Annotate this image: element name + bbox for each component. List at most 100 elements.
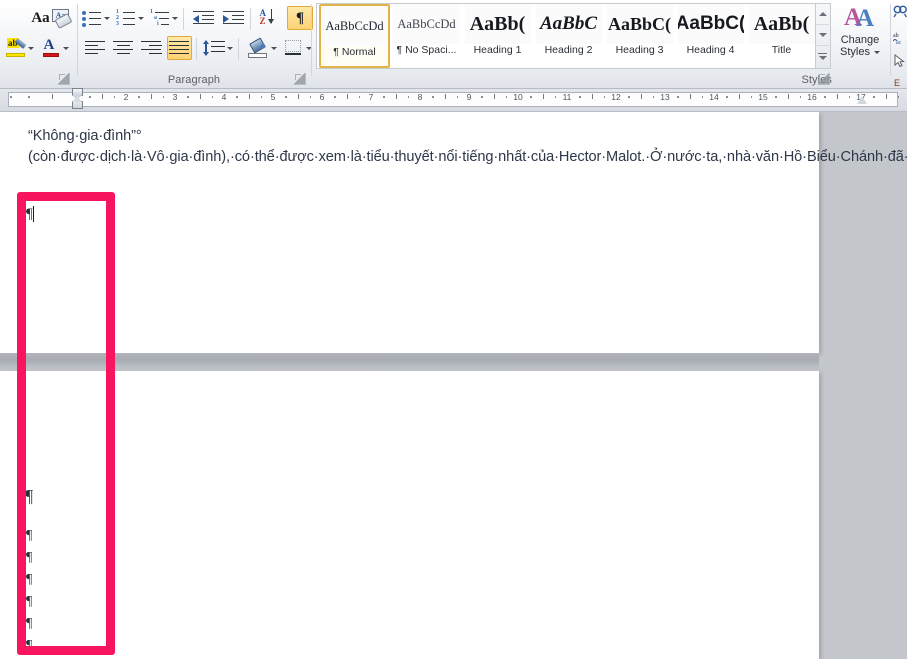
replace-icon: ab ac xyxy=(892,33,902,46)
chevron-down-icon xyxy=(28,46,34,50)
ruler-tick-label: 13 xyxy=(660,91,670,102)
horizontal-ruler[interactable]: 1234567891011121314151617 xyxy=(0,88,907,112)
style-preview: AaBbCcDd xyxy=(393,4,460,44)
ruler-dot xyxy=(726,96,728,98)
style-item-heading-2[interactable]: AaBbC Heading 2 xyxy=(533,4,604,68)
scroll-down-icon xyxy=(818,33,827,37)
ruler-tick-label: 12 xyxy=(611,91,621,102)
font-dialog-launcher[interactable] xyxy=(58,73,70,85)
ruler-dot xyxy=(187,96,189,98)
page-break-gap xyxy=(0,353,819,371)
justify-button[interactable] xyxy=(167,36,192,60)
document-page-1[interactable]: “Không·gia·đình”°(còn·được·dịch·là·Vô·gi… xyxy=(0,112,907,353)
bullets-button[interactable] xyxy=(81,6,111,30)
editing-group-label-clipped: E xyxy=(894,78,901,88)
paragraph-mark: ¶ xyxy=(26,550,33,565)
ruler-dot xyxy=(628,96,630,98)
clear-formatting-button[interactable]: Aa xyxy=(48,6,74,30)
style-item-no-spacing[interactable]: AaBbCcDd ¶ No Spaci... xyxy=(391,4,462,68)
styles-more-button[interactable] xyxy=(816,46,829,67)
increase-indent-button[interactable] xyxy=(220,6,246,30)
style-item-heading-4[interactable]: AaBbC( Heading 4 xyxy=(675,4,746,68)
select-cursor-icon xyxy=(894,53,905,68)
sort-button[interactable]: AZ xyxy=(256,6,282,30)
ruler-tick-label: 16 xyxy=(807,91,817,102)
align-left-icon xyxy=(85,40,106,56)
sort-az-icon: AZ xyxy=(260,8,279,27)
style-preview: AaBb( xyxy=(464,4,531,44)
ruler-tick xyxy=(493,94,495,99)
chevron-down-icon xyxy=(172,16,178,20)
left-indent-marker[interactable] xyxy=(71,96,83,109)
bullet-list-icon xyxy=(82,10,102,27)
ruler-tick xyxy=(52,94,53,99)
paragraph-mark: ¶ xyxy=(25,486,34,506)
ruler-tick-label: 11 xyxy=(562,91,572,102)
ruler-tick xyxy=(199,94,201,99)
svg-text:ab: ab xyxy=(893,33,899,39)
line-spacing-icon xyxy=(203,39,225,57)
borders-icon xyxy=(284,39,304,57)
ruler-tick xyxy=(787,94,789,99)
ruler-tick xyxy=(101,94,103,99)
style-name: Heading 1 xyxy=(473,44,522,56)
decrease-indent-button[interactable] xyxy=(190,6,216,30)
ruler-dot xyxy=(579,96,581,98)
ruler-dot xyxy=(432,96,434,98)
change-styles-button[interactable]: AA Change Styles xyxy=(834,2,886,70)
styles-gallery: AaBbCcDd ¶ Normal AaBbCcDd ¶ No Spaci...… xyxy=(316,3,816,69)
change-styles-label-line2: Styles xyxy=(840,46,870,58)
align-center-button[interactable] xyxy=(111,36,136,60)
styles-group-label: Styles xyxy=(801,74,832,86)
ruler-tick-label: 15 xyxy=(758,91,768,102)
paragraph-dialog-launcher[interactable] xyxy=(294,73,306,85)
select-button[interactable] xyxy=(894,53,906,70)
shading-button[interactable] xyxy=(245,36,278,60)
ribbon-group-editing: ab ac E xyxy=(892,0,907,88)
document-canvas[interactable]: “Không·gia·đình”°(còn·được·dịch·là·Vô·gi… xyxy=(0,112,907,659)
paragraph-text[interactable]: “Không·gia·đình”°(còn·được·dịch·là·Vô·gi… xyxy=(28,126,907,167)
change-case-icon: Aa xyxy=(31,9,50,26)
styles-scroll-down-button[interactable] xyxy=(816,25,829,46)
style-item-title[interactable]: AaBb( Title xyxy=(746,4,817,68)
numbering-button[interactable]: 1 2 3 xyxy=(115,6,145,30)
chevron-down-icon xyxy=(138,16,144,20)
first-line-indent-marker[interactable] xyxy=(71,88,83,100)
divider xyxy=(196,38,197,60)
style-item-normal[interactable]: AaBbCcDd ¶ Normal xyxy=(319,4,390,68)
replace-button[interactable]: ab ac xyxy=(892,30,907,47)
scroll-up-icon xyxy=(818,12,827,16)
ruler-tick xyxy=(395,94,397,99)
multilevel-list-button[interactable]: 1 a i xyxy=(149,6,179,30)
ruler-tick xyxy=(10,96,12,98)
style-item-heading-3[interactable]: AaBbC( Heading 3 xyxy=(604,4,675,68)
show-hide-formatting-marks-button[interactable]: ¶ xyxy=(287,6,313,30)
right-indent-marker[interactable] xyxy=(856,96,867,104)
font-color-button[interactable]: A xyxy=(40,36,70,60)
borders-button[interactable] xyxy=(282,36,314,60)
styles-dialog-launcher[interactable] xyxy=(818,73,830,85)
ruler-tick-label: 6 xyxy=(319,91,325,102)
document-page-2[interactable]: ¶ ¶ ¶ ¶ ¶ ¶ ¶ ¶ xyxy=(0,371,819,659)
style-item-heading-1[interactable]: AaBb( Heading 1 xyxy=(462,4,533,68)
style-preview: AaBbC( xyxy=(606,4,673,44)
align-left-button[interactable] xyxy=(83,36,108,60)
text-highlight-color-icon: ab xyxy=(6,38,27,58)
ruler-tick xyxy=(542,94,544,99)
styles-gallery-scrollbar[interactable] xyxy=(816,3,831,69)
ruler-tick-label: 2 xyxy=(123,91,129,102)
ruler-dot xyxy=(677,96,679,98)
shading-icon xyxy=(247,36,269,58)
chevron-down-icon xyxy=(62,46,69,50)
styles-scroll-up-button[interactable] xyxy=(816,4,829,25)
style-preview: AaBbCcDd xyxy=(321,6,388,46)
line-spacing-button[interactable] xyxy=(202,36,234,60)
paragraph-mark: ¶ xyxy=(26,594,33,609)
find-button[interactable] xyxy=(893,5,907,20)
divider xyxy=(183,8,184,30)
divider xyxy=(250,8,251,30)
ruler-tick-label: 9 xyxy=(466,91,472,102)
align-right-button[interactable] xyxy=(139,36,164,60)
ruler-dot xyxy=(873,96,875,98)
text-highlight-color-button[interactable]: ab xyxy=(5,36,35,60)
